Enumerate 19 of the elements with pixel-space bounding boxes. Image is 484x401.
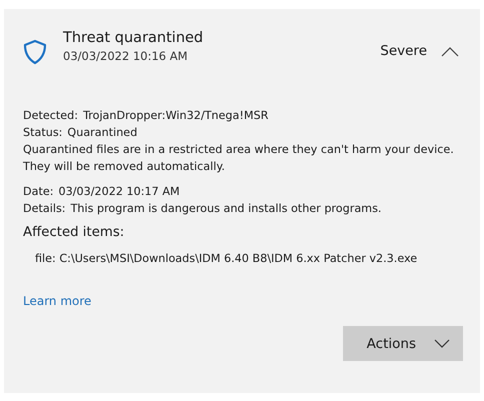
chevron-icon[interactable] [441, 47, 459, 57]
detail-value: 03/03/2022 10:17 AM [58, 184, 180, 200]
shield-icon [23, 39, 47, 65]
detail-value: Quarantined [67, 125, 138, 141]
learn-more-link[interactable]: Learn more [23, 294, 92, 308]
actions-button[interactable]: Actions [343, 326, 463, 361]
detail-value: This program is dangerous and installs other programs. [70, 201, 382, 217]
detail-label: Date: [23, 184, 54, 200]
affected-items-heading: Affected items: [23, 225, 126, 240]
caret-icon [434, 339, 450, 348]
threat-timestamp: 03/03/2022 10:16 AM [63, 48, 189, 65]
threat-title: Threat quarantined [63, 29, 204, 48]
severity-label: Severe [380, 43, 427, 59]
affected-file-path: file: C:\Users\MSI\Downloads\IDM 6.40 B8\IDM 6.xx Patcher v2.3.exe [35, 252, 418, 265]
detail-value: TrojanDropper:Win32/Tnega!MSR [83, 108, 268, 124]
detail-label: Status: [23, 125, 62, 141]
detail-label: Details: [23, 201, 66, 217]
status-note: Quarantined files are in a restricted area where they can't harm your device. They will be removed automatically. [23, 142, 455, 175]
detail-label: Detected: [23, 108, 78, 124]
